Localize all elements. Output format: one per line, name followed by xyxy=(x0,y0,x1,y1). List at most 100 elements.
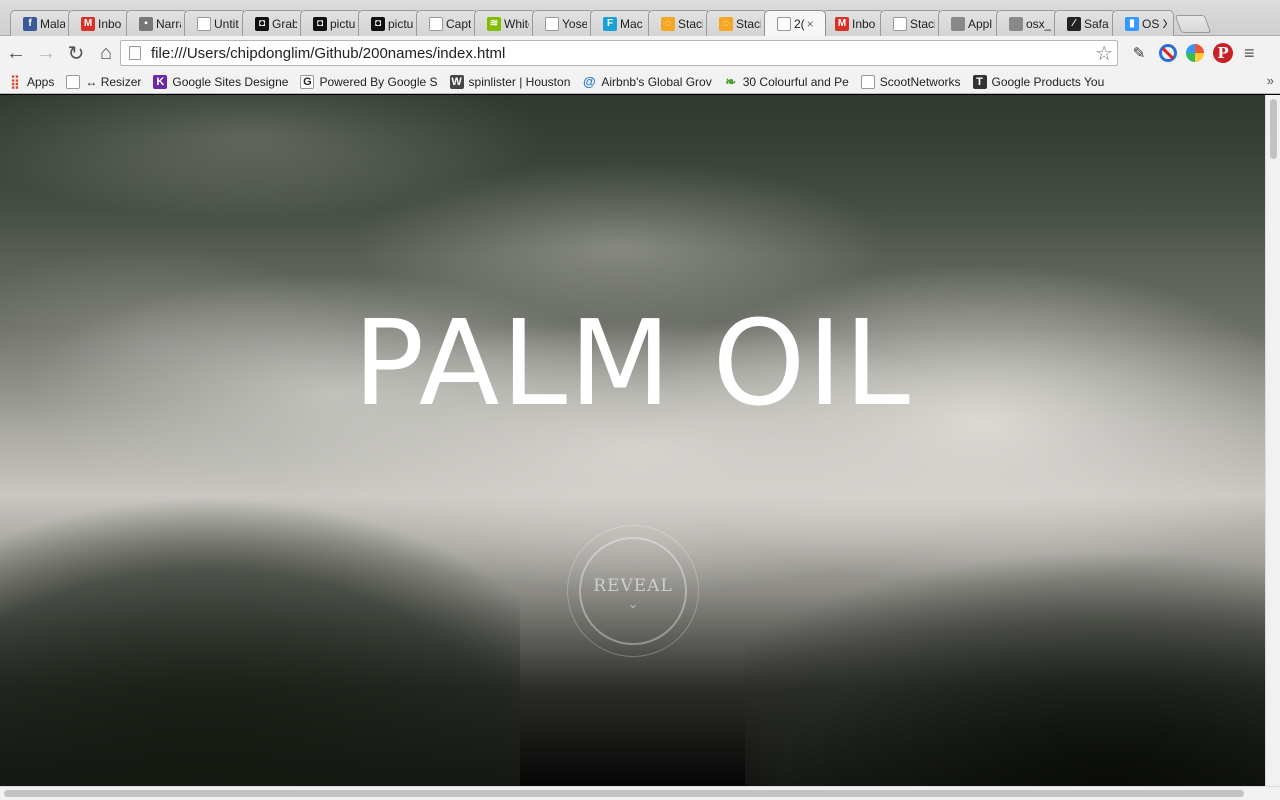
camera-icon: ◘ xyxy=(371,16,385,31)
tab-label: Mala xyxy=(40,16,65,31)
stackoverflow-icon: ◌ xyxy=(661,16,675,31)
bookmark-item[interactable]: ScootNetworks xyxy=(860,74,961,89)
tab-6[interactable]: ◘ pictu xyxy=(358,10,420,36)
camera-icon: ◘ xyxy=(313,16,327,31)
tab-12[interactable]: ◌ Stack xyxy=(706,10,768,36)
reveal-label: REVEAL xyxy=(593,576,673,596)
star-icon[interactable]: ☆ xyxy=(1095,41,1113,66)
t-icon: T xyxy=(972,74,987,89)
bookmark-label: ↔ Resizer xyxy=(85,74,142,89)
forest-hill-left-image xyxy=(0,380,520,786)
tab-16[interactable]: Appl xyxy=(938,10,1000,36)
tab-11[interactable]: ◌ Stack xyxy=(648,10,710,36)
tab-label: Inbo xyxy=(852,16,876,31)
tab-label: Untit xyxy=(214,16,239,31)
gmail-icon: M xyxy=(81,16,95,31)
pin-icon: ▮ xyxy=(1125,16,1139,31)
horizontal-scroll-thumb[interactable] xyxy=(4,790,1244,797)
reveal-button[interactable]: REVEAL ⌄ xyxy=(567,525,699,657)
apple-icon xyxy=(1009,16,1023,31)
bookmark-item[interactable]: ❧ 30 Colourful and Pe xyxy=(724,75,849,89)
tab-9[interactable]: Yose xyxy=(532,10,594,36)
tab-label: pictu xyxy=(388,16,413,31)
tab-17[interactable]: osx_ xyxy=(996,10,1058,36)
tab-label: Safar xyxy=(1084,16,1109,31)
adblock-icon[interactable] xyxy=(1159,44,1177,62)
menu-icon[interactable]: ≡ xyxy=(1244,43,1255,64)
tab-label: Yose xyxy=(562,16,587,31)
contact-icon: ▪ xyxy=(139,16,153,31)
tab-13[interactable]: 2(× xyxy=(764,10,826,36)
close-icon[interactable]: × xyxy=(807,17,814,31)
document-icon xyxy=(429,16,443,31)
bookmark-label: Google Products You xyxy=(991,74,1105,89)
tab-label: Appl xyxy=(968,16,993,31)
tab-label: Grab xyxy=(272,16,297,31)
bookmark-item[interactable]: ↔ Resizer xyxy=(66,74,142,89)
document-icon xyxy=(545,16,559,31)
k-icon: K xyxy=(153,74,168,89)
address-bar[interactable]: file:///Users/chipdonglim/Github/200name… xyxy=(120,40,1118,66)
vertical-scroll-thumb[interactable] xyxy=(1270,99,1277,159)
safari-icon: ⁄ xyxy=(1067,16,1081,31)
document-icon xyxy=(860,74,875,89)
bookmark-item[interactable]: T Google Products You xyxy=(972,74,1105,89)
tab-18[interactable]: ⁄ Safar xyxy=(1054,10,1116,36)
tab-4[interactable]: ◘ Grab xyxy=(242,10,304,36)
gmail-icon: M xyxy=(835,16,849,31)
bookmarks-overflow-button[interactable]: » xyxy=(1267,73,1274,88)
document-icon xyxy=(777,16,791,31)
tab-1[interactable]: M Inbo xyxy=(68,10,130,36)
chevron-down-icon: ⌄ xyxy=(627,597,639,611)
bookmark-item[interactable]: K Google Sites Designe xyxy=(153,74,289,89)
home-button[interactable]: ⌂ xyxy=(92,39,120,67)
bookmark-label: Google Sites Designe xyxy=(172,74,289,89)
tab-3[interactable]: Untit xyxy=(184,10,246,36)
bookmarks-bar: ⣿ Apps ↔ Resizer K Google Sites Designe G Powe… xyxy=(0,70,1280,94)
horizontal-scrollbar[interactable] xyxy=(0,786,1280,800)
tab-label: Stack xyxy=(736,16,761,31)
tab-8[interactable]: ≋ White xyxy=(474,10,536,36)
spotify-icon: ≋ xyxy=(487,16,501,31)
bookmark-item[interactable]: G Powered By Google S xyxy=(300,74,438,89)
extension-icons: ✎ P ≡ xyxy=(1128,40,1255,66)
tab-label: Stack xyxy=(910,16,935,31)
tab-5[interactable]: ◘ pictu xyxy=(300,10,362,36)
reload-button[interactable]: ↻ xyxy=(62,39,90,67)
home-icon: ⌂ xyxy=(99,41,113,64)
forward-button[interactable]: → xyxy=(32,39,60,67)
bookmark-label: spinlister | Houston xyxy=(468,74,571,89)
wordpress-icon: W xyxy=(449,74,464,89)
eyedropper-icon[interactable]: ✎ xyxy=(1128,42,1150,64)
new-tab-button[interactable] xyxy=(1174,15,1212,33)
tab-14[interactable]: M Inbo xyxy=(822,10,884,36)
back-arrow-icon: ← xyxy=(6,41,26,64)
tab-2[interactable]: ▪ Narra xyxy=(126,10,188,36)
color-wheel-icon[interactable] xyxy=(1186,44,1204,62)
tab-15[interactable]: Stack xyxy=(880,10,942,36)
forest-hill-right-image xyxy=(745,475,1265,786)
tab-7[interactable]: Capt xyxy=(416,10,478,36)
tab-strip: f Mala M Inbo ▪ Narra Untit ◘ Grab ◘ pictu ◘ pictu Ca… xyxy=(0,0,1280,36)
document-icon xyxy=(197,16,211,31)
vertical-scrollbar[interactable] xyxy=(1265,95,1280,786)
bookmark-item[interactable]: ⣿ Apps xyxy=(8,75,54,89)
tab-0[interactable]: f Mala xyxy=(10,10,72,36)
tab-label: OS X xyxy=(1142,16,1167,31)
bookmark-item[interactable]: @ Airbnb's Global Grov xyxy=(582,74,712,89)
bookmark-label: Apps xyxy=(27,74,55,89)
document-icon xyxy=(893,16,907,31)
forward-arrow-icon: → xyxy=(36,41,56,64)
tab-10[interactable]: F Mac xyxy=(590,10,652,36)
hero-title: PALM OIL xyxy=(353,294,912,432)
bookmark-label: 30 Colourful and Pe xyxy=(742,74,849,89)
back-button[interactable]: ← xyxy=(2,39,30,67)
browser-toolbar: ← → ↻ ⌂ file:///Users/chipdonglim/Github… xyxy=(0,36,1280,70)
pinterest-icon[interactable]: P xyxy=(1213,43,1233,63)
bookmark-item[interactable]: Wspinlister | Houston xyxy=(449,74,571,89)
tab-19[interactable]: ▮ OS X xyxy=(1112,10,1174,36)
bookmark-label: Airbnb's Global Grov xyxy=(601,74,712,89)
airbnb-icon: @ xyxy=(583,74,596,89)
page-icon xyxy=(129,46,141,60)
page-viewport: PALM OIL REVEAL ⌄ xyxy=(0,95,1265,786)
